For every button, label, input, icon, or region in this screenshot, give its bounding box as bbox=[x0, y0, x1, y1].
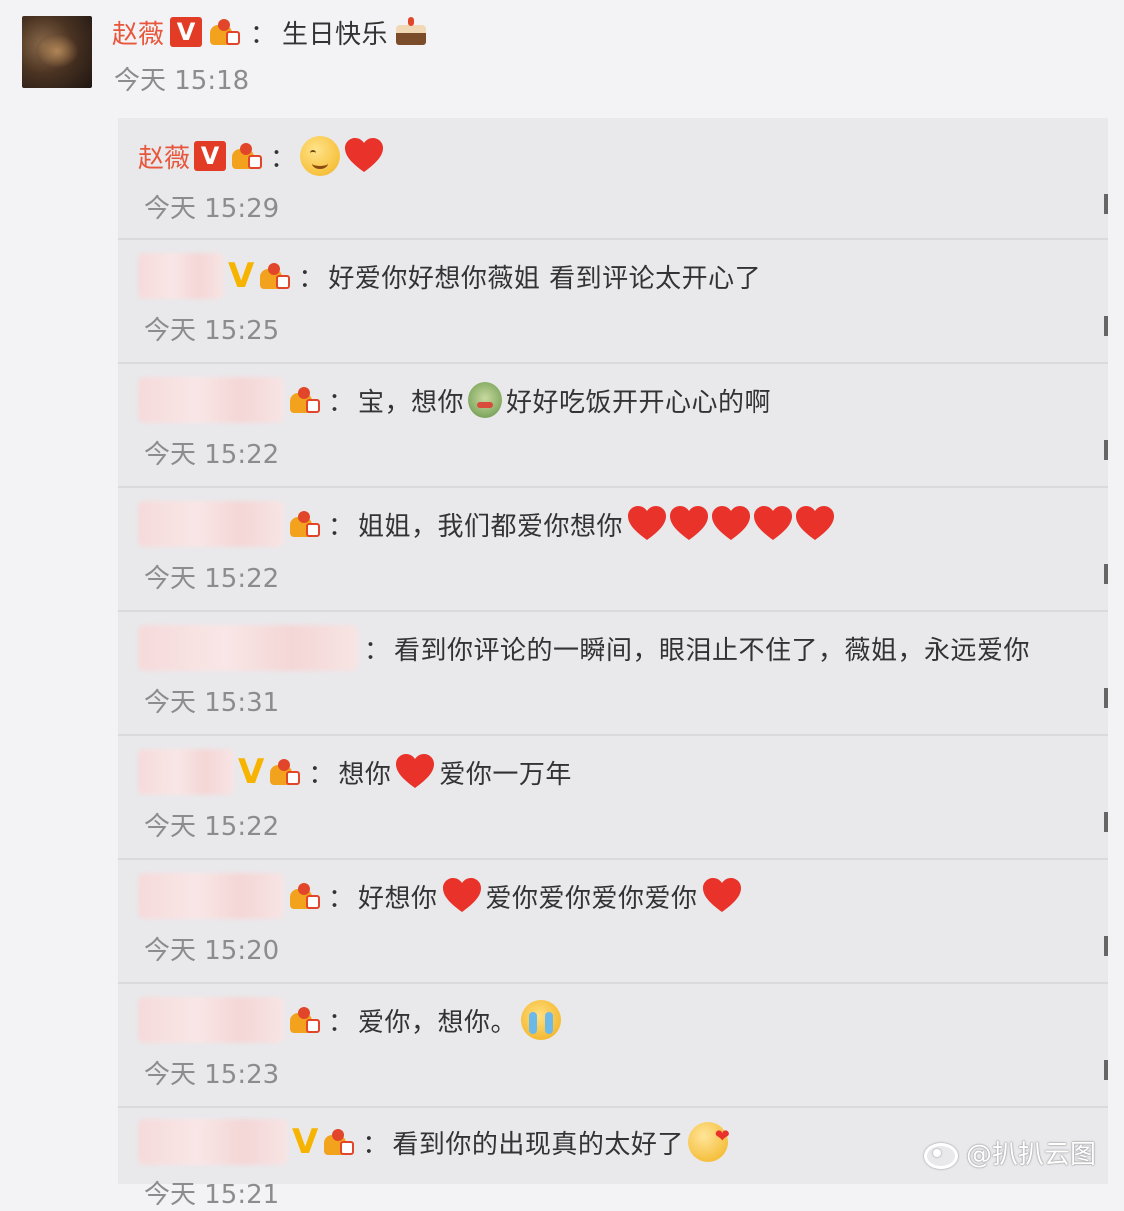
more-handle[interactable] bbox=[1104, 316, 1108, 336]
more-handle[interactable] bbox=[1104, 936, 1108, 956]
blurred-username[interactable] bbox=[138, 625, 358, 671]
colon: ： bbox=[298, 263, 325, 294]
heart-icon bbox=[754, 506, 793, 540]
fan-badge-icon bbox=[288, 509, 322, 539]
timestamp: 今天 15:22 bbox=[144, 812, 280, 842]
reply-item: ： 姐姐，我们都爱你想你 今天 15:22 bbox=[118, 488, 1108, 612]
gold-v-icon: V bbox=[228, 256, 255, 296]
colon: ： bbox=[270, 143, 297, 174]
mustache-emoji-icon bbox=[468, 382, 503, 418]
blurred-username[interactable] bbox=[138, 253, 224, 299]
heart-icon bbox=[712, 506, 751, 540]
fan-badge-icon bbox=[258, 261, 292, 291]
blurred-username[interactable] bbox=[138, 749, 234, 795]
kiss-face-icon bbox=[687, 1122, 730, 1162]
timestamp: 今天 15:22 bbox=[144, 440, 280, 470]
more-handle[interactable] bbox=[1104, 1060, 1108, 1080]
timestamp: 今天 15:25 bbox=[144, 316, 280, 346]
timestamp: 今天 15:20 bbox=[144, 936, 280, 966]
colon: ： bbox=[250, 19, 277, 50]
avatar[interactable] bbox=[22, 16, 92, 88]
weibo-logo-icon bbox=[922, 1137, 960, 1169]
replies-panel: 赵薇 V ： 今天 15:29 V ： 好爱你好想你薇姐 看到评论太开心了 今天… bbox=[118, 118, 1108, 1210]
timestamp: 今天 15:31 bbox=[144, 688, 280, 718]
blurred-username[interactable] bbox=[138, 997, 284, 1043]
more-handle[interactable] bbox=[1104, 688, 1108, 708]
timestamp: 今天 15:22 bbox=[144, 564, 280, 594]
heart-icon bbox=[396, 754, 435, 788]
comment-text: 想你 bbox=[338, 759, 392, 790]
reply-item: ： 看到你评论的一瞬间，眼泪止不住了，薇姐，永远爱你 今天 15:31 bbox=[118, 612, 1108, 736]
comment-text: 看到你评论的一瞬间，眼泪止不住了，薇姐，永远爱你 bbox=[394, 635, 1031, 666]
blurred-username[interactable] bbox=[138, 377, 284, 423]
reply-item: V ： 想你 爱你一万年 今天 15:22 bbox=[118, 736, 1108, 860]
fan-badge-icon bbox=[288, 1005, 322, 1035]
gold-v-icon: V bbox=[292, 1122, 319, 1162]
blurred-username[interactable] bbox=[138, 1119, 288, 1165]
comment-text: 爱你爱你爱你爱你 bbox=[485, 883, 698, 914]
fan-badge-icon bbox=[322, 1127, 356, 1157]
fan-badge-icon bbox=[288, 881, 322, 911]
heart-icon bbox=[702, 878, 741, 912]
comment-text: 宝，想你 bbox=[358, 387, 465, 418]
comment-text: 爱你，想你。 bbox=[358, 1007, 518, 1038]
fan-badge-icon bbox=[288, 385, 322, 415]
fan-badge-icon bbox=[230, 141, 264, 171]
colon: ： bbox=[328, 511, 355, 542]
author-name[interactable]: 赵薇 bbox=[138, 138, 190, 175]
reply-item: ： 好想你 爱你爱你爱你爱你 今天 15:20 bbox=[118, 860, 1108, 984]
heart-icon bbox=[670, 506, 709, 540]
reply-item: 赵薇 V ： 今天 15:29 bbox=[118, 118, 1108, 240]
watermark-text: @扒扒云图 bbox=[965, 1139, 1096, 1170]
verified-badge-icon: V bbox=[194, 141, 227, 171]
fan-badge-icon bbox=[268, 757, 302, 787]
heart-icon bbox=[345, 138, 384, 172]
colon: ： bbox=[328, 883, 355, 914]
fan-badge-icon bbox=[208, 17, 242, 47]
blurred-username[interactable] bbox=[138, 873, 284, 919]
comment-text: 好想你 bbox=[358, 883, 438, 914]
more-handle[interactable] bbox=[1104, 440, 1108, 460]
more-handle[interactable] bbox=[1104, 564, 1108, 584]
colon: ： bbox=[364, 635, 391, 666]
crying-face-icon bbox=[521, 1000, 562, 1040]
timestamp: 今天 15:21 bbox=[144, 1180, 280, 1210]
verified-badge-icon: V bbox=[170, 17, 203, 47]
heart-icon bbox=[628, 506, 667, 540]
timestamp: 今天 15:23 bbox=[144, 1060, 280, 1090]
top-post: 赵薇 V ： 生日快乐 今天 15:18 bbox=[0, 0, 1124, 110]
comment-text: 爱你一万年 bbox=[439, 759, 572, 790]
cake-icon bbox=[394, 17, 428, 47]
colon: ： bbox=[328, 387, 355, 418]
comment-text: 姐姐，我们都爱你想你 bbox=[358, 511, 624, 542]
more-handle[interactable] bbox=[1104, 812, 1108, 832]
watermark: @扒扒云图 bbox=[922, 1132, 1096, 1172]
comment-text: 好爱你好想你薇姐 看到评论太开心了 bbox=[328, 263, 762, 294]
heart-icon bbox=[442, 878, 481, 912]
more-handle[interactable] bbox=[1104, 194, 1108, 214]
gold-v-icon: V bbox=[238, 752, 265, 792]
smile-icon bbox=[300, 136, 341, 176]
reply-item: ： 宝，想你 好好吃饭开开心心的啊 今天 15:22 bbox=[118, 364, 1108, 488]
timestamp: 今天 15:29 bbox=[144, 194, 280, 224]
comment-text: 好好吃饭开开心心的啊 bbox=[506, 387, 772, 418]
heart-icon bbox=[796, 506, 835, 540]
reply-item: V ： 好爱你好想你薇姐 看到评论太开心了 今天 15:25 bbox=[118, 240, 1108, 364]
comment-text: 看到你的出现真的太好了 bbox=[392, 1129, 684, 1160]
author-name[interactable]: 赵薇 bbox=[112, 14, 164, 51]
hearts-row bbox=[627, 506, 837, 542]
timestamp: 今天 15:18 bbox=[114, 66, 250, 96]
colon: ： bbox=[362, 1129, 389, 1160]
blurred-username[interactable] bbox=[138, 501, 284, 547]
comment-text: 生日快乐 bbox=[282, 19, 389, 50]
reply-item: ： 爱你，想你。 今天 15:23 bbox=[118, 984, 1108, 1108]
top-post-line: 赵薇 V ： 生日快乐 bbox=[112, 12, 434, 52]
colon: ： bbox=[328, 1007, 355, 1038]
colon: ： bbox=[308, 759, 335, 790]
